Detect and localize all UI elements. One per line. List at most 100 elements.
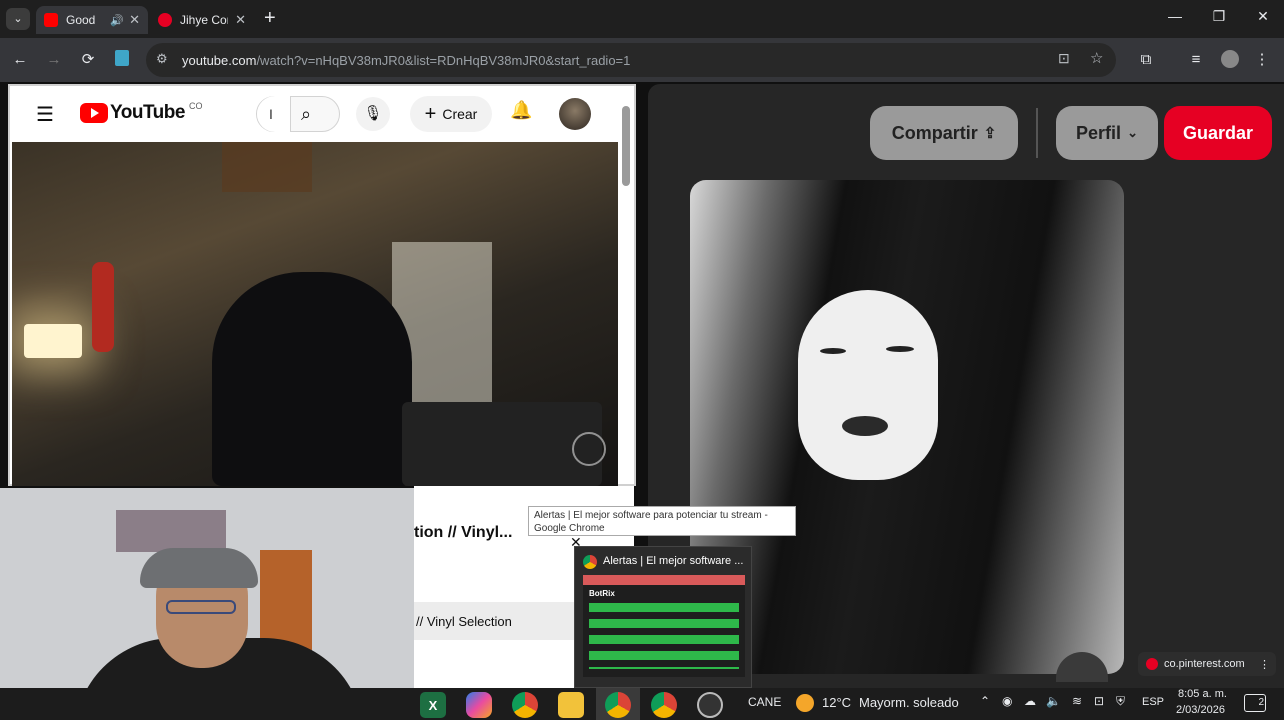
window-tooltip: Alertas | El mejor software para potenci… bbox=[528, 506, 796, 536]
windows-taskbar: X CANE 12°C Mayorm. soleado ⌃ ◉ ☁ 🔈 ≋ ⊡ … bbox=[0, 688, 1284, 720]
tab-search-button[interactable]: ⌄ bbox=[6, 8, 30, 30]
reload-icon[interactable]: ⟳ bbox=[78, 50, 98, 70]
chevron-down-icon: ⌄ bbox=[1127, 125, 1138, 140]
search-box[interactable]: I ⌕ bbox=[256, 96, 340, 132]
save-button[interactable]: Guardar bbox=[1164, 106, 1272, 160]
chrome-profile-icon[interactable] bbox=[605, 692, 631, 718]
weather-description[interactable]: Mayorm. soleado bbox=[859, 695, 959, 710]
obs-icon[interactable] bbox=[697, 692, 723, 718]
streamer-cap bbox=[140, 548, 258, 588]
back-icon[interactable]: ← bbox=[10, 50, 30, 70]
share-button[interactable]: Compartir ⇪ bbox=[870, 106, 1018, 160]
taskbar-thumbnail-preview[interactable]: Alertas | El mejor software ... BotRix bbox=[574, 546, 752, 688]
page-content: ☰ YouTube CO I ⌕ 🎙 + Crear 🔔 tion // Vin… bbox=[0, 82, 1284, 720]
close-window-button[interactable]: ✕ bbox=[1248, 8, 1278, 25]
pin-image[interactable] bbox=[690, 180, 1124, 674]
sidebar-icon[interactable] bbox=[112, 50, 132, 70]
file-explorer-icon[interactable] bbox=[558, 692, 584, 718]
cloud-icon[interactable]: ☁ bbox=[1024, 694, 1036, 708]
stock-ticker[interactable]: CANE bbox=[748, 695, 781, 709]
channel-watermark bbox=[572, 432, 606, 466]
show-hidden-icons-icon[interactable]: ⌃ bbox=[980, 694, 990, 708]
webcam-overlay bbox=[0, 488, 414, 720]
notification-count: 2 bbox=[1258, 697, 1264, 708]
media-controls-icon[interactable]: ≡ bbox=[1186, 50, 1206, 70]
install-app-icon[interactable]: ⊡ bbox=[1058, 50, 1070, 67]
wifi-icon[interactable]: ≋ bbox=[1072, 694, 1082, 708]
address-bar[interactable]: ⚙ youtube.com/watch?v=nHqBV38mJR0&list=R… bbox=[146, 43, 1116, 77]
bookmark-star-icon[interactable]: ☆ bbox=[1090, 49, 1103, 67]
avatar[interactable] bbox=[559, 98, 591, 130]
poster-left bbox=[116, 510, 226, 552]
youtube-logo[interactable]: YouTube CO bbox=[80, 101, 203, 124]
notifications-bell-icon[interactable]: 🔔 bbox=[510, 100, 532, 121]
playlist-item-title[interactable]: // Vinyl Selection bbox=[416, 614, 512, 629]
search-icon[interactable]: ⌕ bbox=[301, 104, 311, 125]
create-label: Crear bbox=[442, 106, 478, 122]
record-icon[interactable]: ◉ bbox=[1002, 694, 1012, 708]
forward-icon[interactable]: → bbox=[44, 50, 64, 70]
pinterest-favicon-icon bbox=[158, 13, 172, 27]
scrollbar[interactable] bbox=[622, 106, 630, 186]
lips-shape bbox=[842, 416, 888, 436]
url-path: /watch?v=nHqBV38mJR0&list=RDnHqBV38mJR0&… bbox=[256, 52, 631, 68]
chrome-taskbar-icon[interactable] bbox=[512, 692, 538, 718]
tooltip-line1: Alertas | El mejor software para potenci… bbox=[534, 510, 768, 521]
clock-date[interactable]: 2/03/2026 bbox=[1176, 704, 1225, 716]
wall-frames bbox=[222, 142, 312, 192]
tab-pinterest[interactable]: Jihye Cor ✕ bbox=[150, 6, 254, 34]
youtube-play-icon bbox=[80, 103, 108, 123]
preview-brand: BotRix bbox=[589, 589, 615, 598]
clock-time[interactable]: 8:05 a. m. bbox=[1178, 688, 1227, 700]
site-chip[interactable]: co.pinterest.com ⋮ bbox=[1138, 652, 1276, 676]
notification-center-icon[interactable]: 2 bbox=[1244, 694, 1266, 712]
tab-close-icon[interactable]: ✕ bbox=[129, 12, 140, 28]
security-icon[interactable]: ⛨ bbox=[1116, 694, 1125, 709]
extensions-icon[interactable]: ⧉ bbox=[1136, 50, 1156, 70]
voice-search-icon[interactable]: 🎙 bbox=[356, 97, 390, 131]
profile-label: Perfil bbox=[1076, 122, 1122, 143]
preview-title: Alertas | El mejor software ... bbox=[603, 555, 744, 567]
volume-icon[interactable]: 🔈 bbox=[1046, 694, 1061, 708]
tab-title: Good bbox=[66, 13, 96, 27]
chrome-icon bbox=[583, 555, 597, 569]
profile-dropdown[interactable]: Perfil ⌄ bbox=[1056, 106, 1158, 160]
hamburger-menu-icon[interactable]: ☰ bbox=[36, 102, 54, 127]
menu-icon[interactable]: ⋮ bbox=[1252, 50, 1272, 70]
copilot-icon[interactable] bbox=[466, 692, 492, 718]
maximize-button[interactable]: ❐ bbox=[1204, 8, 1234, 25]
tab-title: Jihye Cor bbox=[180, 13, 228, 27]
more-options-icon[interactable]: ⋮ bbox=[1259, 658, 1270, 671]
site-info-icon[interactable]: ⚙ bbox=[156, 51, 168, 67]
excel-icon[interactable]: X bbox=[420, 692, 446, 718]
pinterest-icon bbox=[1146, 658, 1158, 670]
lamp-light bbox=[24, 324, 82, 358]
person-silhouette bbox=[212, 272, 412, 486]
video-title[interactable]: tion // Vinyl... bbox=[414, 524, 512, 542]
temperature[interactable]: 12°C bbox=[822, 695, 851, 710]
youtube-logo-text: YouTube bbox=[110, 102, 185, 123]
youtube-popup-window: ☰ YouTube CO I ⌕ 🎙 + Crear 🔔 bbox=[8, 84, 636, 486]
preview-image: BotRix bbox=[583, 575, 745, 677]
preview-header bbox=[583, 575, 745, 585]
tab-youtube[interactable]: Good 🔊 ✕ bbox=[36, 6, 148, 34]
upload-icon: ⇪ bbox=[983, 125, 997, 142]
profile-avatar-icon[interactable] bbox=[1220, 50, 1240, 70]
video-player[interactable] bbox=[12, 142, 618, 486]
country-code: CO bbox=[188, 101, 203, 111]
guitar-shape bbox=[92, 262, 114, 352]
youtube-favicon-icon bbox=[44, 13, 58, 27]
search-input[interactable]: I bbox=[257, 96, 291, 132]
audio-icon[interactable]: 🔊 bbox=[110, 14, 124, 27]
network-icon[interactable]: ⊡ bbox=[1094, 694, 1104, 708]
new-tab-button[interactable]: + bbox=[264, 7, 276, 30]
tab-close-icon[interactable]: ✕ bbox=[235, 12, 246, 28]
minimize-button[interactable]: — bbox=[1160, 8, 1190, 24]
weather-icon[interactable] bbox=[796, 694, 814, 712]
chrome-app-icon[interactable] bbox=[651, 692, 677, 718]
plus-icon: + bbox=[424, 102, 437, 125]
create-button[interactable]: + Crear bbox=[410, 96, 492, 132]
site-label: co.pinterest.com bbox=[1164, 658, 1245, 670]
language-indicator[interactable]: ESP bbox=[1142, 696, 1164, 708]
youtube-header: ☰ YouTube CO I ⌕ 🎙 + Crear 🔔 bbox=[10, 86, 620, 140]
